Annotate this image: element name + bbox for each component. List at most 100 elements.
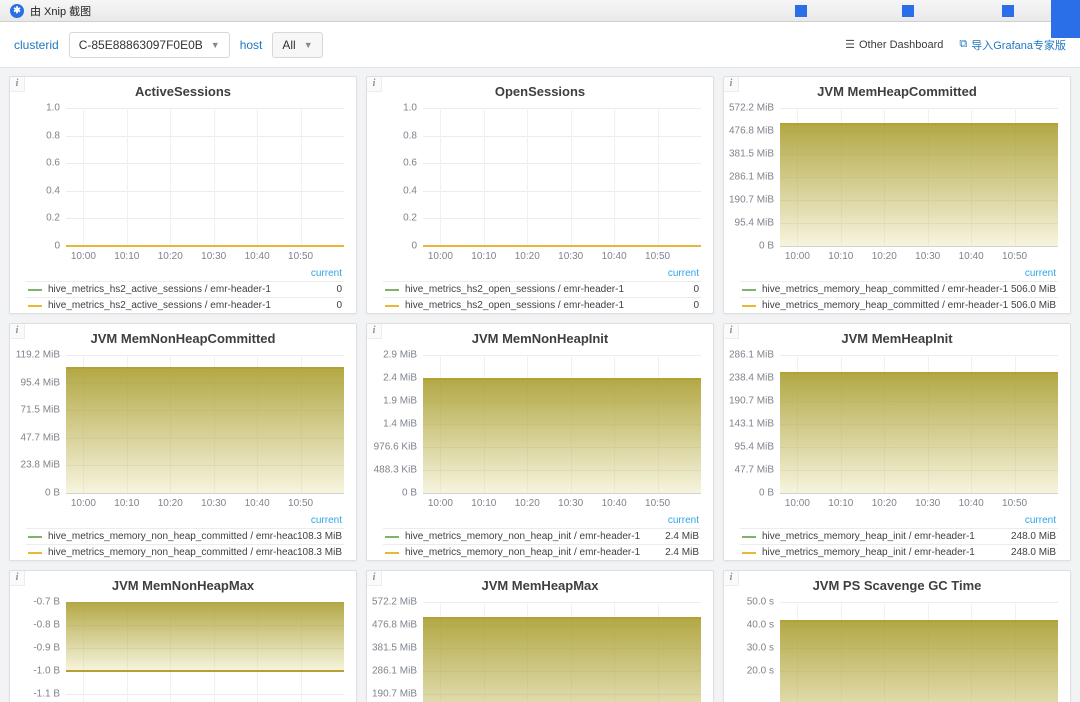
- legend-row[interactable]: hive_metrics_memory_non_heap_committed /…: [26, 528, 344, 544]
- legend-row[interactable]: hive_metrics_memory_heap_committed / emr…: [740, 281, 1058, 297]
- titlebar-label: 由 Xnip 截图: [30, 5, 92, 18]
- legend-row[interactable]: hive_metrics_hs2_open_sessions / emr-hea…: [383, 297, 701, 313]
- panel-title[interactable]: JVM MemNonHeapMax: [10, 571, 356, 596]
- x-tick-label: 10:00: [427, 251, 453, 262]
- v-gridline: [170, 108, 172, 246]
- y-tick-label: 0.4: [403, 185, 417, 197]
- y-tick-label: 50.0 s: [746, 596, 774, 608]
- host-select[interactable]: All ▼: [272, 31, 323, 58]
- panel-title[interactable]: ActiveSessions: [10, 77, 356, 102]
- panel-jvm-memnonheapinit: i JVM MemNonHeapInit 2.9 MiB 2.4 MiB 1.9 MiB…: [366, 323, 714, 561]
- x-tick-label: 10:30: [558, 251, 584, 262]
- h-gridline: [780, 246, 1058, 247]
- panel-title[interactable]: JVM PS Scavenge GC Time: [724, 571, 1070, 596]
- h-gridline: [423, 218, 701, 220]
- panel-title[interactable]: JVM MemHeapInit: [724, 324, 1070, 349]
- toolbar-right: ☰ Other Dashboard ⧉ 导入Grafana专家版: [845, 37, 1066, 53]
- legend-row[interactable]: hive_metrics_hs2_active_sessions / emr-h…: [26, 297, 344, 313]
- panel-info-icon[interactable]: i: [10, 324, 25, 339]
- legend-row[interactable]: hive_metrics_hs2_open_sessions / emr-hea…: [383, 281, 701, 297]
- legend-current-header: current: [310, 515, 342, 526]
- panel-info-icon[interactable]: i: [367, 77, 382, 92]
- y-axis: 2.9 MiB 2.4 MiB 1.9 MiB 1.4 MiB 976.6 KiB 488…: [371, 349, 423, 499]
- legend-current-header: current: [667, 268, 699, 279]
- h-gridline: [780, 108, 1058, 109]
- v-gridline: [657, 108, 659, 246]
- menu-icon: ☰: [845, 39, 855, 51]
- plot-area: [780, 349, 1058, 497]
- panel-activesessions: i ActiveSessions 1.0 0.8 0.6 0.4 0.2 0 10:00 10:1…: [9, 76, 357, 314]
- legend-row[interactable]: hive_metrics_hs2_active_sessions / emr-h…: [26, 281, 344, 297]
- clusterid-label: clusterid: [14, 37, 59, 52]
- panel-info-icon[interactable]: i: [10, 77, 25, 92]
- x-tick-label: 10:40: [244, 498, 270, 509]
- y-tick-label: 0 B: [758, 487, 774, 499]
- panel-info-icon[interactable]: i: [367, 571, 382, 586]
- series-area-fill: [780, 124, 1058, 246]
- h-gridline: [423, 190, 701, 192]
- v-gridline: [300, 108, 302, 246]
- series-dash-icon: [28, 551, 42, 554]
- y-tick-label: 1.4 MiB: [383, 418, 417, 430]
- panel-info-icon[interactable]: i: [367, 324, 382, 339]
- x-tick-label: 10:20: [871, 498, 897, 509]
- panel-title[interactable]: JVM MemNonHeapCommitted: [10, 324, 356, 349]
- x-axis: 10:00 10:10 10:20 10:30 10:40 10:50: [780, 498, 1058, 511]
- y-axis: 119.2 MiB 95.4 MiB 71.5 MiB 47.7 MiB 23.8 Mi…: [14, 349, 66, 499]
- series-line: [423, 245, 701, 247]
- x-tick-label: 10:20: [514, 498, 540, 509]
- y-axis: 50.0 s 40.0 s 30.0 s 20.0 s: [728, 596, 780, 702]
- h-gridline: [423, 493, 701, 494]
- v-gridline: [126, 108, 128, 246]
- legend-current-value: 506.0 MiB: [1010, 300, 1056, 311]
- y-tick-label: -0.8 B: [33, 619, 60, 631]
- x-tick-label: 10:50: [1002, 498, 1028, 509]
- x-tick-label: 10:40: [244, 251, 270, 262]
- panel-chart: 50.0 s 40.0 s 30.0 s 20.0 s: [724, 596, 1070, 702]
- h-gridline: [423, 355, 701, 356]
- legend-row[interactable]: hive_metrics_memory_non_heap_committed /…: [26, 544, 344, 560]
- panel-info-icon[interactable]: i: [10, 571, 25, 586]
- import-grafana-button[interactable]: ⧉ 导入Grafana专家版: [959, 37, 1066, 53]
- plot-area: [66, 102, 344, 250]
- series-dash-icon: [385, 304, 399, 307]
- h-gridline: [780, 602, 1058, 603]
- legend-row[interactable]: hive_metrics_memory_heap_init / emr-head…: [740, 528, 1058, 544]
- h-gridline: [66, 163, 344, 165]
- x-tick-label: 10:50: [645, 251, 671, 262]
- legend-row[interactable]: hive_metrics_memory_non_heap_init / emr-…: [383, 528, 701, 544]
- y-tick-label: 488.3 KiB: [373, 464, 417, 476]
- x-tick-label: 10:30: [915, 251, 941, 262]
- clusterid-select[interactable]: C-85E88863097F0E0B ▼: [68, 31, 230, 58]
- panel-chart: 1.0 0.8 0.6 0.4 0.2 0: [10, 102, 356, 252]
- legend-row[interactable]: hive_metrics_memory_heap_committed / emr…: [740, 297, 1058, 313]
- series-line: [66, 245, 344, 247]
- panel-title[interactable]: OpenSessions: [367, 77, 713, 102]
- panel-opensessions: i OpenSessions 1.0 0.8 0.6 0.4 0.2 0 10:00 10:10 1…: [366, 76, 714, 314]
- y-tick-label: 190.7 MiB: [371, 688, 417, 700]
- x-tick-label: 10:10: [471, 498, 497, 509]
- other-dashboard-button[interactable]: ☰ Other Dashboard: [845, 38, 944, 52]
- panel-title[interactable]: JVM MemHeapMax: [367, 571, 713, 596]
- panel-title[interactable]: JVM MemNonHeapInit: [367, 324, 713, 349]
- panel-title[interactable]: JVM MemHeapCommitted: [724, 77, 1070, 102]
- panel-grid: i ActiveSessions 1.0 0.8 0.6 0.4 0.2 0 10:00 10:1…: [0, 68, 1080, 702]
- other-dashboard-label: Other Dashboard: [859, 38, 944, 51]
- panel-info-icon[interactable]: i: [724, 571, 739, 586]
- x-tick-label: 10:50: [288, 498, 314, 509]
- panel-chart: 1.0 0.8 0.6 0.4 0.2 0: [367, 102, 713, 252]
- y-tick-label: 572.2 MiB: [371, 596, 417, 608]
- panel-legend: current hive_metrics_memory_heap_committe…: [724, 264, 1070, 313]
- legend-row[interactable]: hive_metrics_memory_heap_init / emr-head…: [740, 544, 1058, 560]
- panel-info-icon[interactable]: i: [724, 324, 739, 339]
- series-line: [780, 372, 1058, 375]
- legend-series-name: hive_metrics_memory_non_heap_init / emr-…: [405, 547, 641, 558]
- x-tick-label: 10:20: [514, 251, 540, 262]
- h-gridline: [66, 694, 344, 695]
- v-gridline: [213, 108, 215, 246]
- legend-row[interactable]: hive_metrics_memory_non_heap_init / emr-…: [383, 544, 701, 560]
- panel-info-icon[interactable]: i: [724, 77, 739, 92]
- y-axis: 1.0 0.8 0.6 0.4 0.2 0: [371, 102, 423, 252]
- x-tick-label: 10:20: [157, 498, 183, 509]
- y-tick-label: -1.0 B: [33, 665, 60, 677]
